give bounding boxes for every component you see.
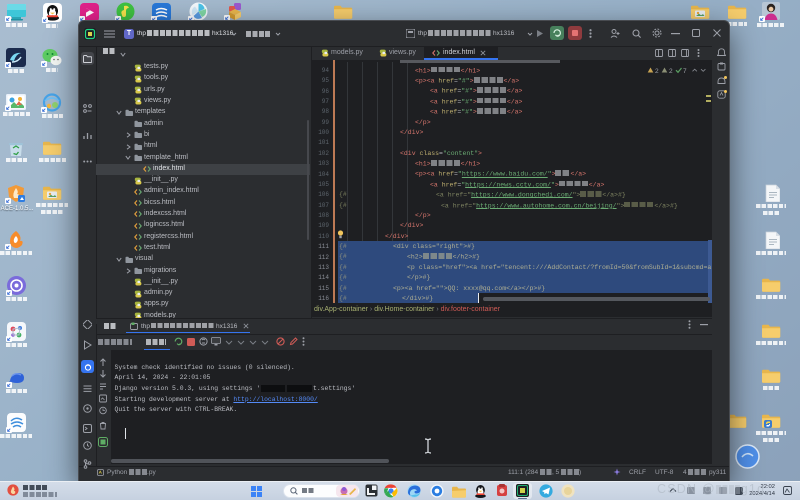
svg-text:2: 2 [669,68,673,75]
svg-text:2: 2 [655,68,659,75]
svg-text:7: 7 [683,68,687,75]
